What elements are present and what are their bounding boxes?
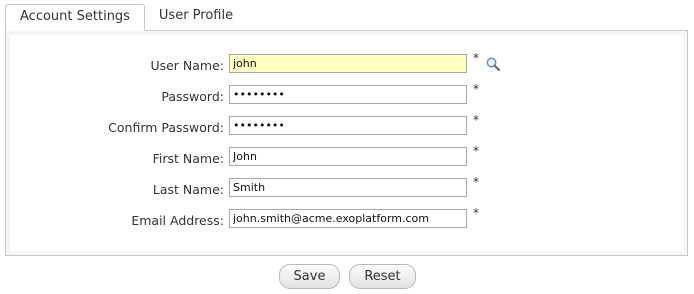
username-label: User Name: — [150, 58, 224, 73]
password-label: Password: — [161, 89, 224, 104]
confirm-password-field[interactable] — [229, 116, 467, 135]
form-row-password: Password: * — [6, 82, 689, 113]
email-field[interactable] — [229, 209, 467, 228]
password-field[interactable] — [229, 85, 467, 104]
first-name-field[interactable] — [229, 147, 467, 166]
confirm-password-label: Confirm Password: — [108, 120, 224, 135]
username-field[interactable] — [229, 54, 467, 73]
email-label: Email Address: — [131, 213, 224, 228]
tab-account-settings[interactable]: Account Settings — [5, 4, 145, 31]
required-marker: * — [473, 144, 479, 158]
first-name-label: First Name: — [152, 151, 224, 166]
last-name-field[interactable] — [229, 178, 467, 197]
reset-button[interactable]: Reset — [349, 264, 416, 289]
form-row-first-name: First Name: * — [6, 144, 689, 175]
required-marker: * — [473, 51, 479, 65]
last-name-label: Last Name: — [152, 182, 224, 197]
required-marker: * — [473, 175, 479, 189]
form-row-email: Email Address: * — [6, 206, 689, 237]
magnifier-icon[interactable] — [485, 56, 501, 72]
save-button[interactable]: Save — [279, 264, 340, 289]
required-marker: * — [473, 82, 479, 96]
form-row-username: User Name: * — [6, 51, 689, 82]
required-marker: * — [473, 206, 479, 220]
tab-strip: Account Settings User Profile — [0, 0, 694, 31]
form-row-last-name: Last Name: * — [6, 175, 689, 206]
tab-user-profile[interactable]: User Profile — [148, 4, 244, 31]
account-settings-panel: User Name: * Password: * Confirm Passwor… — [5, 30, 688, 256]
required-marker: * — [473, 113, 479, 127]
form-row-confirm-password: Confirm Password: * — [6, 113, 689, 144]
